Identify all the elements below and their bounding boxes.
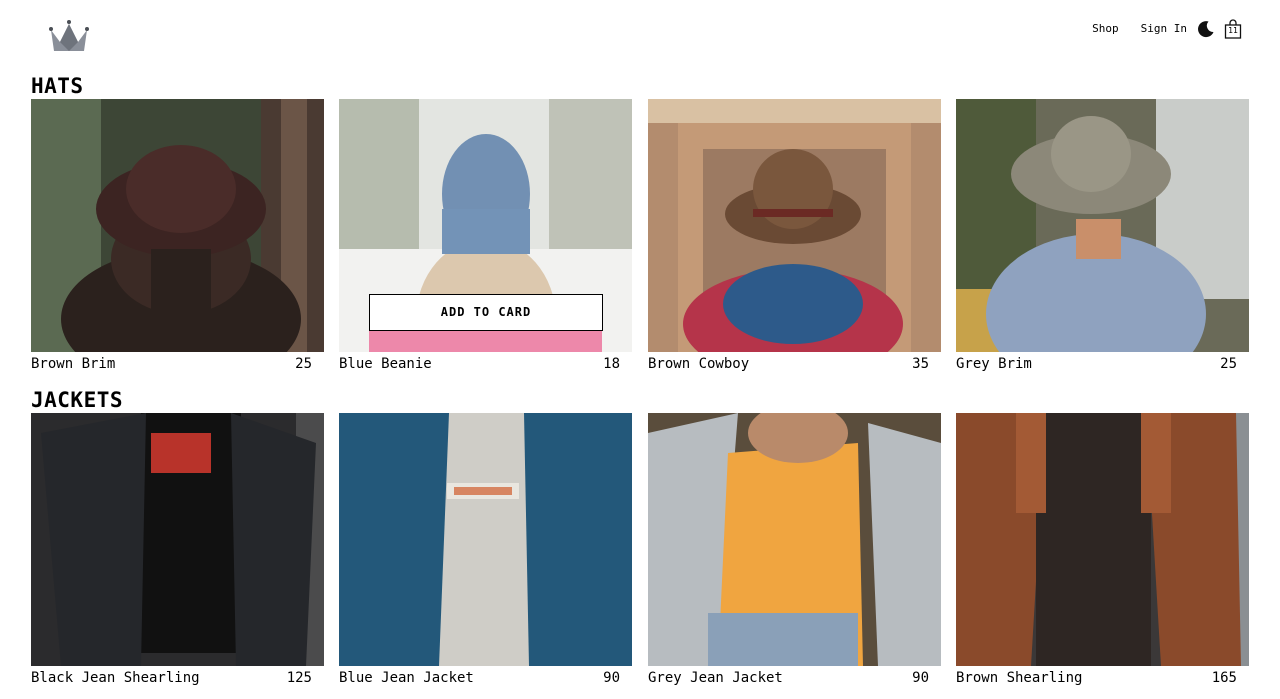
product-price: 165 [1211,670,1237,686]
product-card[interactable]: Black Jean Shearling 125 [31,413,324,699]
product-image-grey-jean-jacket[interactable] [648,413,941,666]
header: Shop Sign In 11 [0,0,1280,70]
add-to-cart-button[interactable]: ADD TO CARD [369,294,603,331]
product-image-black-jean-shearling[interactable] [31,413,324,666]
product-name: Grey Jean Jacket [648,670,783,686]
product-card[interactable]: Brown Cowboy 35 [648,99,941,385]
product-name: Brown Cowboy [648,356,750,372]
product-card[interactable]: Grey Jean Jacket 90 [648,413,941,699]
cart-count: 11 [1228,26,1238,35]
shopping-bag-icon[interactable]: 11 [1224,19,1242,39]
product-name: Brown Shearling [956,670,1083,686]
product-name: Blue Jean Jacket [339,670,474,686]
product-price: 25 [1220,356,1237,372]
nav-bar: Shop Sign In 11 [1092,18,1242,40]
nav-shop-link[interactable]: Shop [1092,19,1119,39]
section-title-hats[interactable]: HATS [31,74,84,98]
product-card[interactable]: Brown Shearling 165 [956,413,1249,699]
product-price: 90 [603,670,620,686]
product-price: 35 [912,356,929,372]
product-image-grey-brim[interactable] [956,99,1249,352]
jackets-row: Black Jean Shearling 125 Blue Jean Jacke… [31,413,1250,699]
nav-sign-in-link[interactable]: Sign In [1141,19,1187,39]
product-price: 90 [912,670,929,686]
product-card[interactable]: ADD TO CARD Blue Beanie 18 [339,99,632,385]
product-name: Brown Brim [31,356,116,372]
product-image-brown-cowboy[interactable] [648,99,941,352]
product-name: Grey Brim [956,356,1032,372]
product-price: 25 [295,356,312,372]
product-image-brown-brim[interactable] [31,99,324,352]
crown-logo-icon[interactable] [48,18,90,54]
product-price: 18 [603,356,620,372]
product-image-blue-jean-jacket[interactable] [339,413,632,666]
product-card[interactable]: Brown Brim 25 [31,99,324,385]
moon-icon[interactable] [1197,20,1215,38]
product-price: 125 [286,670,312,686]
product-name: Black Jean Shearling [31,670,200,686]
product-card[interactable]: Blue Jean Jacket 90 [339,413,632,699]
section-title-jackets[interactable]: JACKETS [31,388,123,412]
product-name: Blue Beanie [339,356,432,372]
product-card[interactable]: Grey Brim 25 [956,99,1249,385]
hats-row: Brown Brim 25 ADD TO CARD Blue Beanie 18 [31,99,1250,385]
product-image-blue-beanie[interactable]: ADD TO CARD [339,99,632,352]
product-image-brown-shearling[interactable] [956,413,1249,666]
